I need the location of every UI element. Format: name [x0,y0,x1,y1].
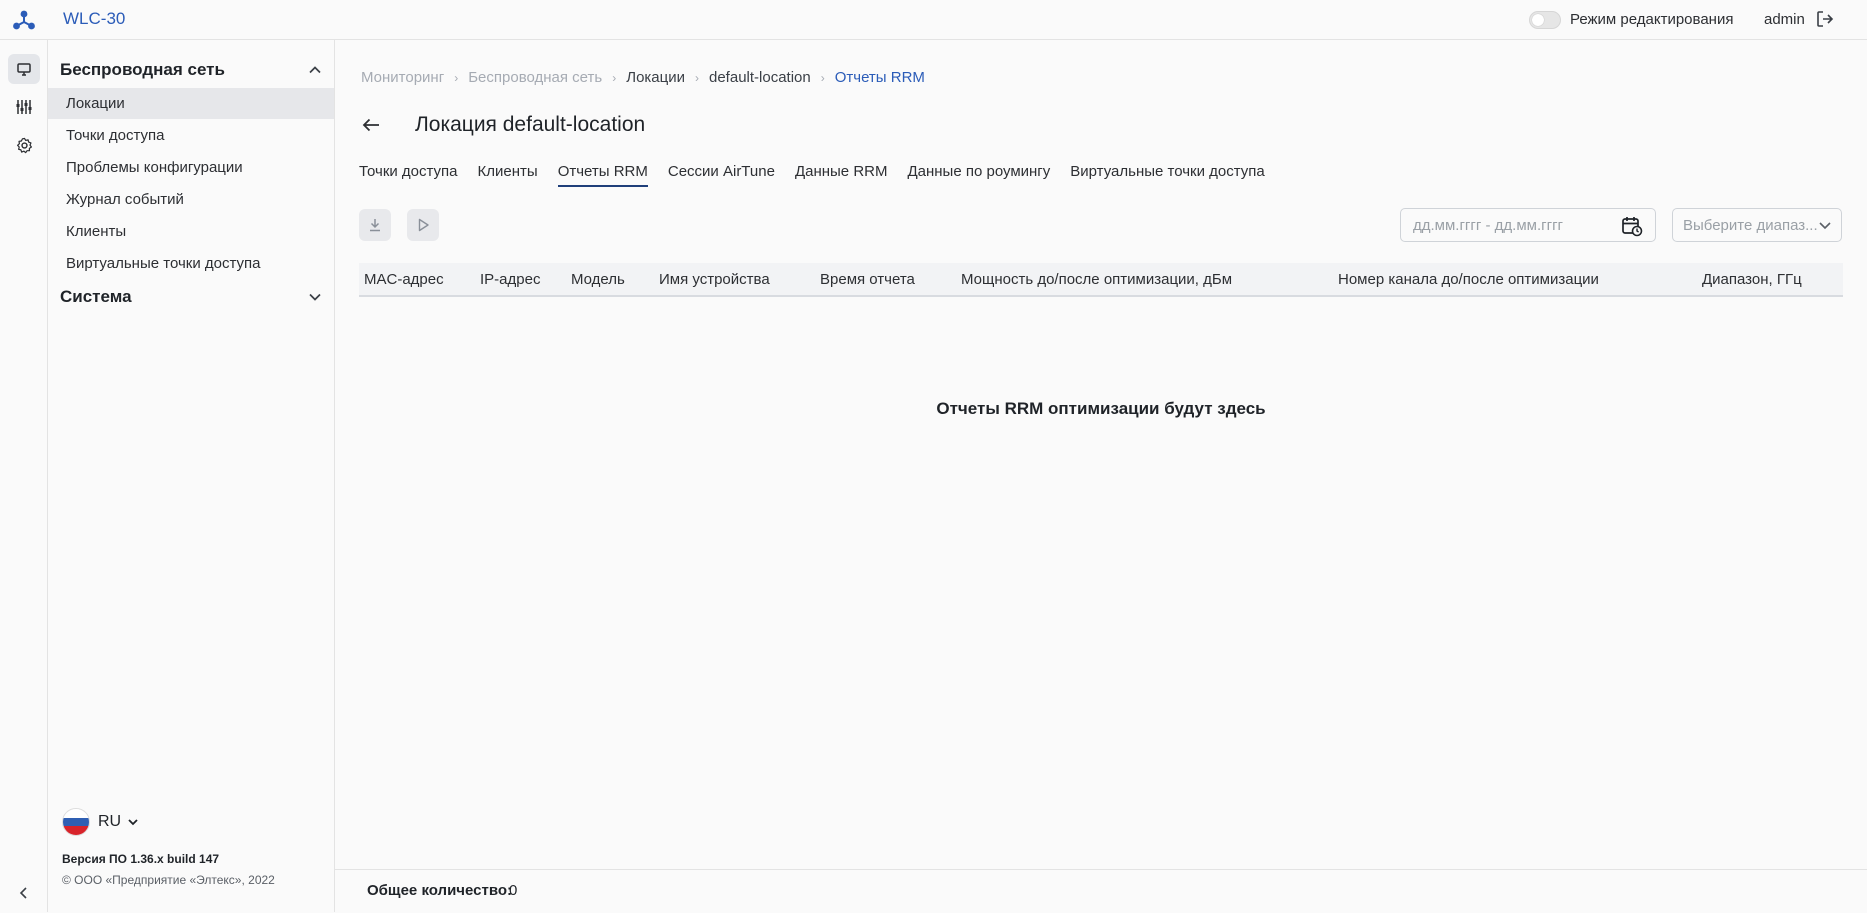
play-button[interactable] [407,209,439,241]
column-mac[interactable]: MAC-адрес [364,271,444,288]
column-device-name[interactable]: Имя устройства [659,271,770,288]
column-report-time[interactable]: Время отчета [820,271,915,288]
sidebar-section-wireless-label: Беспроводная сеть [60,60,225,79]
breadcrumb-separator-icon: › [454,70,459,85]
chevron-down-icon [1819,222,1831,230]
frequency-range-select[interactable]: Выберите диапаз... [1672,208,1842,242]
configuration-nav-button[interactable] [8,92,40,122]
table-header: MAC-адрес IP-адрес Модель Имя устройства… [359,263,1843,297]
collapse-sidebar-icon[interactable] [14,883,34,903]
breadcrumb-separator-icon: › [612,70,617,85]
firmware-version: Версия ПО 1.36.x build 147 [62,852,220,866]
column-band[interactable]: Диапазон, ГГц [1702,271,1802,288]
monitor-icon [17,63,31,76]
app-title[interactable]: WLC-30 [63,9,125,29]
sidebar-item-locations[interactable]: Локации [48,88,334,119]
breadcrumb-wireless[interactable]: Беспроводная сеть [468,69,602,86]
empty-state-message: Отчеты RRM оптимизации будут здесь [936,399,1266,418]
sidebar-item-access-points[interactable]: Точки доступа [48,120,334,151]
tab-bar: Точки доступа Клиенты Отчеты RRM Сессии … [359,163,1285,187]
icon-rail [0,40,48,912]
sidebar-item-event-log[interactable]: Журнал событий [48,184,334,215]
tab-access-points[interactable]: Точки доступа [359,163,458,187]
tab-rrm-reports[interactable]: Отчеты RRM [557,163,648,187]
sidebar-item-config-problems[interactable]: Проблемы конфигурации [48,152,334,183]
date-range-input[interactable] [1411,216,1615,235]
sidebar-section-wireless[interactable]: Беспроводная сеть [60,56,322,84]
tab-virtual-aps[interactable]: Виртуальные точки доступа [1070,163,1265,187]
sidebar-item-clients[interactable]: Клиенты [48,216,334,247]
sidebar-item-virtual-aps[interactable]: Виртуальные точки доступа [48,248,334,279]
play-icon [418,218,429,232]
calendar-clock-icon[interactable] [1621,215,1643,237]
breadcrumb-current: Отчеты RRM [834,69,925,86]
column-channel[interactable]: Номер канала до/после оптимизации [1338,271,1599,288]
sliders-icon [16,100,32,114]
column-power[interactable]: Мощность до/после оптимизации, дБм [961,271,1232,288]
date-range-field[interactable] [1400,208,1656,242]
tab-clients[interactable]: Клиенты [478,163,538,187]
tab-roaming-data[interactable]: Данные по роумингу [907,163,1050,187]
chevron-down-icon [309,293,321,301]
breadcrumb-separator-icon: › [820,70,825,85]
main-content: Мониторинг › Беспроводная сеть › Локации… [335,40,1867,913]
tab-airtune-sessions[interactable]: Сессии AirTune [668,163,775,187]
sidebar-section-system-label: Система [60,287,132,306]
frequency-range-placeholder: Выберите диапаз... [1683,217,1818,234]
user-name: admin [1764,11,1805,28]
language-label: RU [98,813,122,830]
language-selector[interactable]: RU [62,808,139,836]
chevron-up-icon [309,66,321,74]
sidebar: Беспроводная сеть Локации Точки доступа … [48,40,335,912]
total-count-label: Общее количество: [367,882,513,899]
top-bar: WLC-30 Режим редактирования admin [0,0,1867,40]
app-logo-icon[interactable] [12,9,36,31]
copyright: © ООО «Предприятие «Элтекс», 2022 [62,873,275,887]
russia-flag-icon [62,808,90,836]
breadcrumb-location[interactable]: default-location [709,69,811,86]
logout-icon[interactable] [1815,9,1835,29]
breadcrumb-separator-icon: › [695,70,699,85]
page-title: Локация default-location [415,113,646,136]
gear-icon [16,137,32,153]
breadcrumb-locations[interactable]: Локации [626,69,685,86]
back-arrow-icon[interactable] [360,114,382,136]
language-chevron-down-icon [128,819,138,826]
sidebar-section-system[interactable]: Система [60,283,322,311]
total-count-value: 0 [509,882,518,899]
download-button[interactable] [359,209,391,241]
table-footer: Общее количество: 0 [335,869,1867,913]
tab-rrm-data[interactable]: Данные RRM [795,163,888,187]
edit-mode-toggle[interactable] [1529,11,1561,29]
monitoring-nav-button[interactable] [8,54,40,84]
column-model[interactable]: Модель [571,271,625,288]
settings-nav-button[interactable] [8,130,40,160]
breadcrumb: Мониторинг › Беспроводная сеть › Локации… [361,69,925,86]
edit-mode-label: Режим редактирования [1570,11,1734,28]
column-ip[interactable]: IP-адрес [480,271,540,288]
download-icon [370,219,380,232]
breadcrumb-monitoring[interactable]: Мониторинг [361,69,444,86]
